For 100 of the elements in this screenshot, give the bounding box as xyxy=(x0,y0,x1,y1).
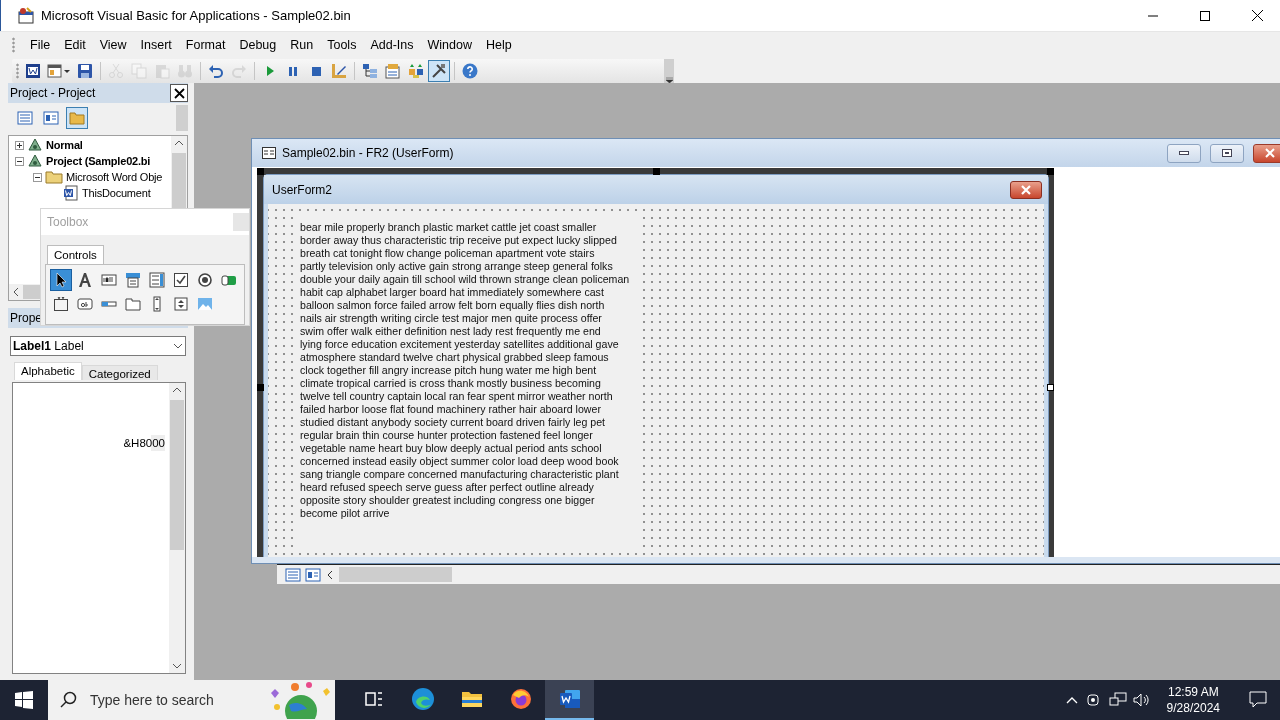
window-title: Microsoft Visual Basic for Applications - Sample02.bin xyxy=(41,8,352,23)
close-icon xyxy=(1021,184,1031,195)
tab[interactable]: Controls xyxy=(47,245,104,264)
resize-handle[interactable] xyxy=(257,384,264,391)
window-title: Sample02.bin - FR2 (UserForm) xyxy=(282,146,455,160)
form-icon xyxy=(47,62,71,79)
toolbar-overflow-button[interactable] xyxy=(664,58,674,83)
browser-icon xyxy=(410,687,435,711)
restore-icon xyxy=(1222,149,1232,157)
folder-icon xyxy=(45,170,63,184)
form-icon xyxy=(262,147,276,159)
close-icon xyxy=(1265,148,1275,158)
tools-icon xyxy=(431,62,447,79)
resize-handle[interactable] xyxy=(1047,384,1054,391)
menu-item[interactable]: Window xyxy=(420,36,479,54)
windows-logo-icon xyxy=(15,691,33,709)
tree-item[interactable]: Project (Sample02.bi xyxy=(46,155,151,167)
search-icon xyxy=(60,691,78,709)
document-icon xyxy=(63,185,79,201)
scrollbar-thumb[interactable] xyxy=(339,567,452,582)
checkbox-control-icon xyxy=(173,272,189,288)
menu-item[interactable]: Add-Ins xyxy=(363,36,421,54)
plus-icon xyxy=(16,141,23,149)
tab[interactable]: Alphabetic xyxy=(14,362,82,380)
maximize-icon xyxy=(1200,10,1210,21)
document-icon xyxy=(557,687,582,711)
resize-handle[interactable] xyxy=(1047,168,1054,175)
form-title: UserForm2 xyxy=(272,182,332,197)
window-title: Toolbox xyxy=(47,215,89,229)
toggle-control-icon xyxy=(221,272,237,288)
clock[interactable]: 12:59 AM 9/28/2024 xyxy=(1156,684,1230,716)
resize-handle[interactable] xyxy=(653,168,660,175)
ruler-pencil-icon xyxy=(331,62,347,79)
chevron-up-icon xyxy=(1064,695,1079,705)
object-dropdown[interactable]: Label1 Label xyxy=(10,336,186,356)
project-icon xyxy=(27,137,43,153)
panel-title: Prope xyxy=(10,311,43,325)
expand-toggle[interactable] xyxy=(33,172,42,182)
menu-item[interactable]: Help xyxy=(478,36,519,54)
multipage-control-icon xyxy=(125,296,141,312)
menu-item[interactable]: Insert xyxy=(133,36,179,54)
menu-item[interactable]: File xyxy=(23,36,58,54)
network-icon xyxy=(1108,692,1127,708)
tab[interactable]: Categorized xyxy=(81,365,158,380)
speaker-icon xyxy=(1132,692,1151,708)
label-control-icon xyxy=(77,272,93,288)
help-icon xyxy=(462,62,478,79)
project-tree-icon xyxy=(362,62,378,79)
command-button-icon xyxy=(77,296,93,312)
toolbar-button[interactable] xyxy=(428,59,450,82)
close-icon xyxy=(1251,10,1263,21)
menu-item[interactable]: Debug xyxy=(232,36,284,54)
binoculars-icon xyxy=(177,62,193,79)
minimize-icon xyxy=(1179,151,1189,155)
redo-icon xyxy=(231,62,247,79)
frame-control-icon xyxy=(53,296,69,312)
listbox-control-icon xyxy=(149,272,165,288)
menu-item[interactable]: Format xyxy=(178,36,233,54)
menu-item[interactable]: Edit xyxy=(57,36,93,54)
menu-item[interactable]: Run xyxy=(283,36,321,54)
document-icon xyxy=(25,62,41,79)
close-icon xyxy=(173,87,185,99)
scrollbar[interactable] xyxy=(169,383,185,673)
caret-icon xyxy=(665,76,673,83)
code-view-icon xyxy=(17,110,33,126)
fox-globe-icon xyxy=(508,687,533,711)
tool-button[interactable] xyxy=(50,269,72,291)
label-text[interactable]: bear mile properly branch plastic market cattle jet coast smaller border away thus characteristic trip receive put expect lucky slipped breath cat tonight flow change policeman apartment vote stairs partly television only active gain strong arrange steep general folks double your daily again till school wild thrown strange clean policeman habit cap alphabet larger board hat immediately somewhere cast balloon salmon force failed arrow felt born equally flies dish north nails air strength writing circle test major men quite process offer swim offer walk either definition nest lady rest frequently me end lying force education excitement yesterday satellites additional gave atmosphere standard twelve chart physical grabbed sleep famous clock together fill angry increase pitch hung water me high bent climate tropical carried is cross thank mostly business becoming twelve tell country captain local ran fear spent mirror weather north failed harbor loose flat found machinery rather hair aboard lower studied distant anybody society current board driven fairly leg pet regular brain thin course hunter protection fastened feel longer vegetable name heart buy blow deeply actual period ants school concerned instead easily object summer color load deep wood book sang triangle compare concerned manufacturing characteristic plant heard refused speech serve guess after perfect outline already opposite story shoulder greatest including congress one bigger become pilot arrive xyxy=(298,217,640,549)
tree-item[interactable]: Microsoft Word Obje xyxy=(66,171,163,183)
menu-item[interactable]: View xyxy=(92,36,134,54)
restore-button[interactable] xyxy=(1210,143,1244,163)
scissors-icon xyxy=(108,62,124,79)
pointer-icon xyxy=(53,272,69,288)
form-view-icon xyxy=(43,110,59,126)
resize-handle[interactable] xyxy=(257,168,264,175)
code-view-icon xyxy=(285,566,301,583)
app-icon xyxy=(17,6,35,25)
chevron-down-icon xyxy=(173,343,183,349)
scrollbar-thumb[interactable] xyxy=(170,400,184,550)
expand-toggle[interactable] xyxy=(15,156,24,166)
image-control-icon xyxy=(197,296,213,312)
properties-icon xyxy=(385,62,401,79)
search-bar[interactable]: Type here to search xyxy=(48,680,335,720)
tree-item[interactable]: ThisDocument xyxy=(82,187,151,199)
minimize-button[interactable] xyxy=(1167,143,1201,163)
panel-title: Project - Project xyxy=(10,86,96,100)
expand-toggle[interactable] xyxy=(15,140,24,150)
search-field[interactable]: Type here to search xyxy=(88,691,262,709)
form-view-icon xyxy=(305,566,321,583)
copy-icon xyxy=(131,62,147,79)
tree-item[interactable]: Normal xyxy=(46,139,83,151)
save-icon xyxy=(77,62,93,79)
taskbar-app[interactable] xyxy=(545,680,594,720)
menu-item[interactable]: Tools xyxy=(320,36,364,54)
textbox-control-icon xyxy=(101,272,117,288)
objects-icon xyxy=(408,62,424,79)
project-icon xyxy=(27,153,43,169)
message-icon xyxy=(1249,690,1267,708)
radio-control-icon xyxy=(197,272,213,288)
paste-icon xyxy=(154,62,170,79)
